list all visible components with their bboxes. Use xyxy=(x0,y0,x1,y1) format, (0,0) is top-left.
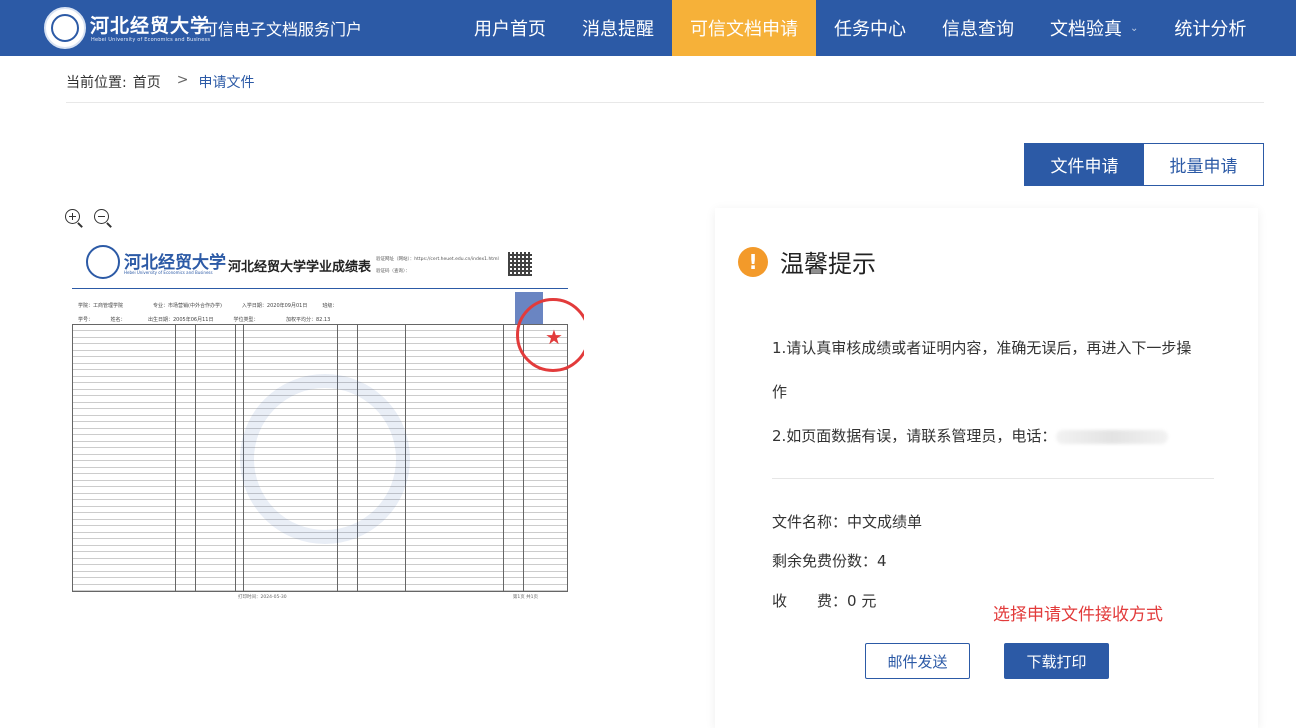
portal-title: 可信电子文档服务门户 xyxy=(202,20,363,39)
university-name: 河北经贸大学 xyxy=(90,15,211,37)
watermark-seal-icon xyxy=(240,374,410,544)
transcript-preview: 河北经贸大学 Hebei University of Economics and… xyxy=(64,236,584,608)
main-nav: 用户首页 消息提醒 可信文档申请 任务中心 信息查询 文档验真 ⌄ 统计分析 xyxy=(456,0,1264,56)
chevron-down-icon: ⌄ xyxy=(1130,22,1139,34)
nav-item-query[interactable]: 信息查询 xyxy=(924,0,1032,56)
file-name-row: 文件名称：中文成绩单 xyxy=(772,513,923,531)
nav-item-tasks[interactable]: 任务中心 xyxy=(816,0,924,56)
university-name-en: Hebei University of Economics and Busine… xyxy=(91,37,211,43)
tips-header: ! 温馨提示 xyxy=(738,244,876,279)
document-footer: 打印时间：2024-05-30 第1页 共1页 xyxy=(238,595,538,600)
document-title: 河北经贸大学学业成绩表 xyxy=(228,260,372,275)
single-apply-button[interactable]: 文件申请 xyxy=(1025,144,1144,185)
document-logo-icon xyxy=(86,245,120,279)
tips-panel: ! 温馨提示 1.请认真审核成绩或者证明内容，准确无误后，再进入下一步操作 2.… xyxy=(715,208,1258,728)
nav-item-statistics[interactable]: 统计分析 xyxy=(1156,0,1264,56)
remaining-copies-row: 剩余免费份数：4 xyxy=(772,552,887,570)
student-info: 学院：工商管理学院 专业：市场营销(中外合作办学) 入学日期：2020年09月0… xyxy=(78,303,338,323)
breadcrumb-current: 申请文件 xyxy=(198,75,255,91)
document-verify-meta: 验证网址（网站）：https://cert.heuet.edu.cn/index… xyxy=(376,257,499,274)
nav-item-home[interactable]: 用户首页 xyxy=(456,0,564,56)
delivery-prompt: 选择申请文件接收方式 xyxy=(993,605,1163,625)
breadcrumb-home[interactable]: 首页 xyxy=(133,72,161,92)
email-send-button[interactable]: 邮件发送 xyxy=(865,643,970,679)
university-logo-icon[interactable] xyxy=(44,7,86,49)
download-print-button[interactable]: 下载打印 xyxy=(1004,643,1109,679)
breadcrumb-prefix: 当前位置: xyxy=(66,75,127,91)
qr-code-icon xyxy=(508,252,532,276)
tip-line-1: 1.请认真审核成绩或者证明内容，准确无误后，再进入下一步操作 xyxy=(772,339,1192,401)
official-stamp-icon: ★ xyxy=(516,298,584,372)
nav-item-messages[interactable]: 消息提醒 xyxy=(564,0,672,56)
phone-redacted xyxy=(1056,429,1169,444)
nav-item-document-apply[interactable]: 可信文档申请 xyxy=(672,0,816,56)
apply-mode-toggle: 文件申请 批量申请 xyxy=(1024,143,1264,186)
breadcrumb: 当前位置: 首页 > 申请文件 xyxy=(66,72,254,92)
breadcrumb-separator: > xyxy=(176,72,189,88)
tip-line-2: 2.如页面数据有误，请联系管理员，电话： xyxy=(772,414,1202,458)
top-navbar: 河北经贸大学 Hebei University of Economics and… xyxy=(0,0,1296,56)
document-rule xyxy=(72,288,568,290)
zoom-out-icon[interactable] xyxy=(93,208,113,228)
tips-content: 1.请认真审核成绩或者证明内容，准确无误后，再进入下一步操作 2.如页面数据有误… xyxy=(772,326,1202,458)
breadcrumb-divider xyxy=(66,102,1264,103)
tips-title: 温馨提示 xyxy=(780,250,876,278)
zoom-controls xyxy=(64,208,113,228)
zoom-in-icon[interactable] xyxy=(64,208,84,228)
panel-divider xyxy=(772,478,1214,479)
warning-icon: ! xyxy=(738,246,768,277)
nav-item-verify[interactable]: 文档验真 ⌄ xyxy=(1032,0,1156,56)
batch-apply-button[interactable]: 批量申请 xyxy=(1144,144,1263,185)
fee-row: 收 费：0 元 xyxy=(772,592,877,610)
document-logo-en: Hebei University of Economics and Busine… xyxy=(124,270,213,275)
